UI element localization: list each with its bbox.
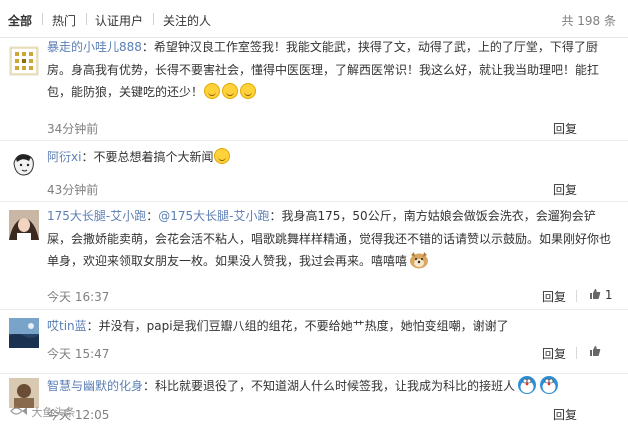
comment-text: 哎tin蓝：并没有，papi是我们豆瓣八组的组花，不要给她艹热度，她怕变组嘲，谢… [47,315,614,338]
comment-body: ：科比就要退役了，不知道湖人什么时候签我，让我成为科比的接班人 [143,379,516,393]
avatar[interactable] [9,318,39,348]
comment-username[interactable]: 智慧与幽默的化身 [47,379,143,393]
comment-body: 包，能防狼，关键吃的还少！ [47,85,204,100]
doraemon-emoji-icon [540,376,559,394]
comment-mention-link[interactable]: @175大长腿-艾小跑 [158,209,269,223]
fish-logo-icon [10,407,27,415]
comment-item: 哎tin蓝：并没有，papi是我们豆瓣八组的组花，不要给她艹热度，她怕变组嘲，谢… [0,310,628,374]
tab-verified-users[interactable]: 认证用户 [95,12,143,29]
tab-divider [153,13,154,25]
like-button[interactable] [589,345,601,359]
comment-username[interactable]: 暴走的小哇儿888 [47,40,142,54]
comment-body: 房。身高我有优势，长得不要害社会，懂得中医医理，了解西医常识！我这么好，就让我当… [47,62,600,77]
avatar[interactable] [9,149,39,179]
thumbs-up-icon [590,346,601,356]
sweat-smile-emoji-icon [222,83,239,100]
comment-body: 单身，欢迎来领取女朋友一枚。如果没人赞我，我过会再来。嘻嘻嘻 [47,254,408,269]
comment-body: 屎，会撒娇能卖萌，会花会活不粘人，唱歌跳舞样样精通，觉得我还不错的话请赞以示鼓励… [47,231,612,246]
comment-timestamp: 43分钟前 [47,183,99,197]
comment-username[interactable]: 哎tin蓝 [47,319,87,333]
action-divider [576,290,577,302]
comment-timestamp: 今天 16:37 [47,290,110,304]
tab-divider [86,13,87,25]
like-count: 1 [604,288,613,302]
avatar[interactable] [9,210,39,240]
comment-filter-bar: 全部 热门 认证用户 关注的人 共 198 条 [0,0,628,38]
reply-button[interactable]: 回复 [542,288,566,305]
comment-username[interactable]: 阿衍xi [47,150,81,164]
comment-item: 175大长腿-艾小跑：@175大长腿-艾小跑：我身高175，50公斤，南方姑娘会… [0,202,628,310]
avatar[interactable] [9,46,39,76]
sweat-smile-emoji-icon [240,83,257,100]
smirk-emoji-icon [214,148,231,164]
comment-username[interactable]: 175大长腿-艾小跑 [47,209,146,223]
comment-timestamp: 34分钟前 [47,122,99,136]
comment-text: 暴走的小哇儿888：希望钟汉良工作室签我！我能文能武，挟得了文，动得了武，上的了… [47,36,614,104]
doraemon-emoji-icon [518,376,537,394]
comment-body: ：我身高175，50公斤，南方姑娘会做饭会洗衣，会遛狗会铲 [269,209,596,223]
sweat-smile-emoji-icon [204,83,221,100]
reply-button[interactable]: 回复 [553,181,577,198]
comment-text: 阿衍xi：不要总想着搞个大新闻 [47,146,614,169]
comment-body: ：希望钟汉良工作室签我！我能文能武，挟得了文，动得了武，上的了厅堂，下得了厨 [141,40,598,54]
tab-all[interactable]: 全部 [8,12,32,29]
comment-text: 智慧与幽默的化身：科比就要退役了，不知道湖人什么时候签我，让我成为科比的接班人 [47,375,614,398]
watermark-text: 大鱼头条 [31,406,76,419]
reply-button[interactable]: 回复 [542,345,566,362]
doge-emoji-icon [410,252,429,269]
comment-timestamp: 今天 15:47 [47,347,110,361]
action-divider [576,347,577,359]
watermark: 大鱼头条 [10,404,76,420]
tab-divider [42,13,43,25]
reply-button[interactable]: 回复 [553,406,577,423]
comment-text: 175大长腿-艾小跑：@175大长腿-艾小跑：我身高175，50公斤，南方姑娘会… [47,209,612,269]
comment-item: 智慧与幽默的化身：科比就要退役了，不知道湖人什么时候签我，让我成为科比的接班人 … [0,374,628,428]
thumbs-up-icon [590,289,601,299]
comment-total-count: 共 198 条 [561,14,616,28]
comment-item: 阿衍xi：不要总想着搞个大新闻 43分钟前 回复 [0,141,628,202]
tab-hot[interactable]: 热门 [52,12,76,29]
tab-following[interactable]: 关注的人 [163,12,211,29]
comment-body: ：并没有，papi是我们豆瓣八组的组花，不要给她艹热度，她怕变组嘲，谢谢了 [86,319,509,333]
like-button[interactable]: 1 [589,288,612,302]
comment-item: 暴走的小哇儿888：希望钟汉良工作室签我！我能文能武，挟得了文，动得了武，上的了… [0,38,628,141]
reply-button[interactable]: 回复 [553,120,577,137]
comment-body: ：不要总想着搞个大新闻 [81,150,214,164]
